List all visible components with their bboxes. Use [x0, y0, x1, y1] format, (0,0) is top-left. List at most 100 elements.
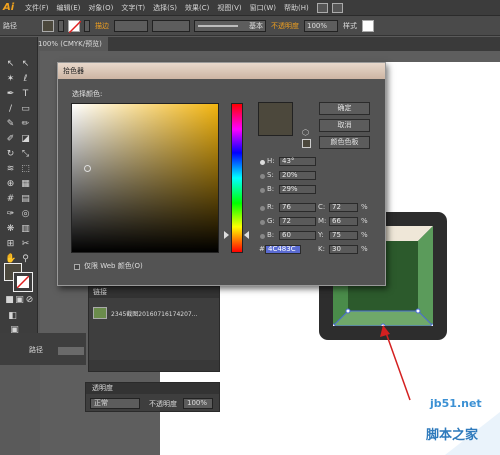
scale-tool-icon[interactable]: ⤡: [20, 149, 31, 160]
fill-dropdown[interactable]: [58, 19, 64, 32]
path-panel-field[interactable]: [58, 347, 84, 355]
shape-builder-tool-icon[interactable]: ⊕: [5, 179, 16, 190]
menu-help[interactable]: 帮助(H): [280, 3, 313, 13]
perspective-grid-tool-icon[interactable]: ▦: [20, 179, 31, 190]
transparency-opacity-label: 不透明度: [149, 400, 177, 408]
dialog-title: 拾色器: [58, 63, 385, 79]
blend-tool-icon[interactable]: ◎: [20, 209, 31, 220]
menu-select[interactable]: 选择(S): [149, 3, 181, 13]
s-field[interactable]: 20%: [279, 171, 316, 180]
fill-swatch[interactable]: [42, 19, 54, 32]
magic-wand-tool-icon[interactable]: ✶: [5, 74, 16, 85]
path-label: 路径: [3, 21, 17, 30]
transparency-opacity-field[interactable]: 100%: [183, 398, 213, 409]
paintbrush-tool-icon[interactable]: ✎: [5, 119, 16, 130]
lasso-tool-icon[interactable]: ℓ: [20, 74, 31, 85]
stroke-swatch[interactable]: [68, 19, 81, 33]
path-panel-label: 路径: [29, 346, 43, 354]
type-tool-icon[interactable]: T: [20, 89, 31, 100]
blue-radio[interactable]: [260, 234, 265, 239]
gradient-tool-icon[interactable]: ▤: [20, 194, 31, 205]
artboard-tool-icon[interactable]: ⊞: [5, 239, 16, 250]
bridge-icon[interactable]: [316, 2, 328, 13]
blob-brush-tool-icon[interactable]: ✐: [5, 134, 16, 145]
g-field[interactable]: 72: [279, 217, 316, 226]
h-radio[interactable]: [260, 160, 265, 165]
g-radio[interactable]: [260, 220, 265, 225]
hue-slider-arrow-right[interactable]: [244, 231, 249, 239]
blue-label: B:: [267, 231, 275, 239]
k-field[interactable]: 30: [329, 245, 358, 254]
line-tool-icon[interactable]: /: [5, 104, 16, 115]
cancel-button[interactable]: 取消: [319, 119, 370, 132]
m-field[interactable]: 66: [329, 217, 358, 226]
blend-mode-select[interactable]: 正常: [90, 398, 140, 409]
opacity-field[interactable]: 100%: [304, 19, 338, 32]
mesh-tool-icon[interactable]: #: [5, 194, 16, 205]
b-field[interactable]: 29%: [279, 185, 316, 194]
links-panel-tab[interactable]: 链接: [89, 287, 219, 298]
menu-bar: Ai 文件(F) 编辑(E) 对象(O) 文字(T) 选择(S) 效果(C) 视…: [0, 0, 500, 16]
s-radio[interactable]: [260, 174, 265, 179]
r-field[interactable]: 76: [279, 203, 316, 212]
menu-type[interactable]: 文字(T): [117, 3, 149, 13]
selection-tool-icon[interactable]: ↖: [5, 59, 16, 70]
drawing-mode-icon[interactable]: ◧: [7, 311, 18, 322]
out-of-gamut-icon[interactable]: ⬡: [302, 128, 309, 137]
color-field-handle[interactable]: [84, 165, 91, 172]
arrange-documents-icon[interactable]: [331, 2, 343, 13]
eyedropper-tool-icon[interactable]: ✑: [5, 209, 16, 220]
stroke-label[interactable]: 描边: [95, 21, 109, 31]
menu-view[interactable]: 视图(V): [213, 3, 245, 13]
rotate-tool-icon[interactable]: ↻: [5, 149, 16, 160]
menu-edit[interactable]: 编辑(E): [53, 3, 85, 13]
column-graph-tool-icon[interactable]: ▥: [20, 224, 31, 235]
ok-button[interactable]: 确定: [319, 102, 370, 115]
color-preview-swatch: [258, 102, 293, 136]
color-swatches-button[interactable]: 颜色色板: [319, 136, 370, 149]
link-row[interactable]: 2345截图20160716174207...: [93, 306, 215, 320]
web-colors-only-checkbox[interactable]: [74, 264, 80, 270]
r-radio[interactable]: [260, 206, 265, 211]
toolbox: ↖ ↖ ✶ ℓ ✒ T / ▭ ✎ ✏ ✐ ◪ ↻ ⤡ ≋ ⬚ ⊕ ▦ # ▤ …: [0, 37, 38, 337]
document-tab[interactable]: 100% (CMYK/预览): [32, 37, 108, 51]
transparency-panel-tab[interactable]: 透明度: [86, 383, 219, 394]
blue-field[interactable]: 60: [279, 231, 316, 240]
y-unit: %: [361, 231, 368, 239]
direct-selection-tool-icon[interactable]: ↖: [20, 59, 31, 70]
symbol-sprayer-tool-icon[interactable]: ❋: [5, 224, 16, 235]
k-unit: %: [361, 245, 368, 253]
menu-effect[interactable]: 效果(C): [181, 3, 213, 13]
b-radio[interactable]: [260, 188, 265, 193]
hex-field[interactable]: 4C483C: [265, 245, 301, 254]
graphic-style-swatch[interactable]: [362, 19, 374, 32]
brush-definition-select[interactable]: 基本: [194, 19, 266, 32]
width-tool-icon[interactable]: ≋: [5, 164, 16, 175]
pencil-tool-icon[interactable]: ✏: [20, 119, 31, 130]
stroke-weight-field[interactable]: [114, 19, 148, 32]
stroke-color-box[interactable]: [13, 272, 33, 292]
menu-object[interactable]: 对象(O): [84, 3, 117, 13]
stroke-dropdown[interactable]: [84, 19, 90, 32]
hue-slider[interactable]: [231, 103, 243, 253]
b-label: B:: [267, 185, 275, 193]
slice-tool-icon[interactable]: ✂: [20, 239, 31, 250]
c-field[interactable]: 72: [329, 203, 358, 212]
h-field[interactable]: 43°: [279, 157, 316, 166]
menu-file[interactable]: 文件(F): [21, 3, 53, 13]
free-transform-tool-icon[interactable]: ⬚: [20, 164, 31, 175]
variable-width-field[interactable]: [152, 19, 190, 32]
gamut-swatch[interactable]: [302, 139, 311, 148]
y-field[interactable]: 75: [329, 231, 358, 240]
none-mode-icon[interactable]: ⊘: [24, 295, 35, 306]
eraser-tool-icon[interactable]: ◪: [20, 134, 31, 145]
rectangle-tool-icon[interactable]: ▭: [20, 104, 31, 115]
hue-slider-arrow-left[interactable]: [224, 231, 229, 239]
app-logo: Ai: [3, 1, 15, 13]
menu-window[interactable]: 窗口(W): [246, 3, 280, 13]
pen-tool-icon[interactable]: ✒: [5, 89, 16, 100]
stroke-style-label: 基本: [249, 21, 263, 30]
saturation-brightness-field[interactable]: [71, 103, 219, 253]
watermark-domain: jb51.net: [430, 397, 482, 410]
opacity-label[interactable]: 不透明度: [271, 21, 299, 31]
